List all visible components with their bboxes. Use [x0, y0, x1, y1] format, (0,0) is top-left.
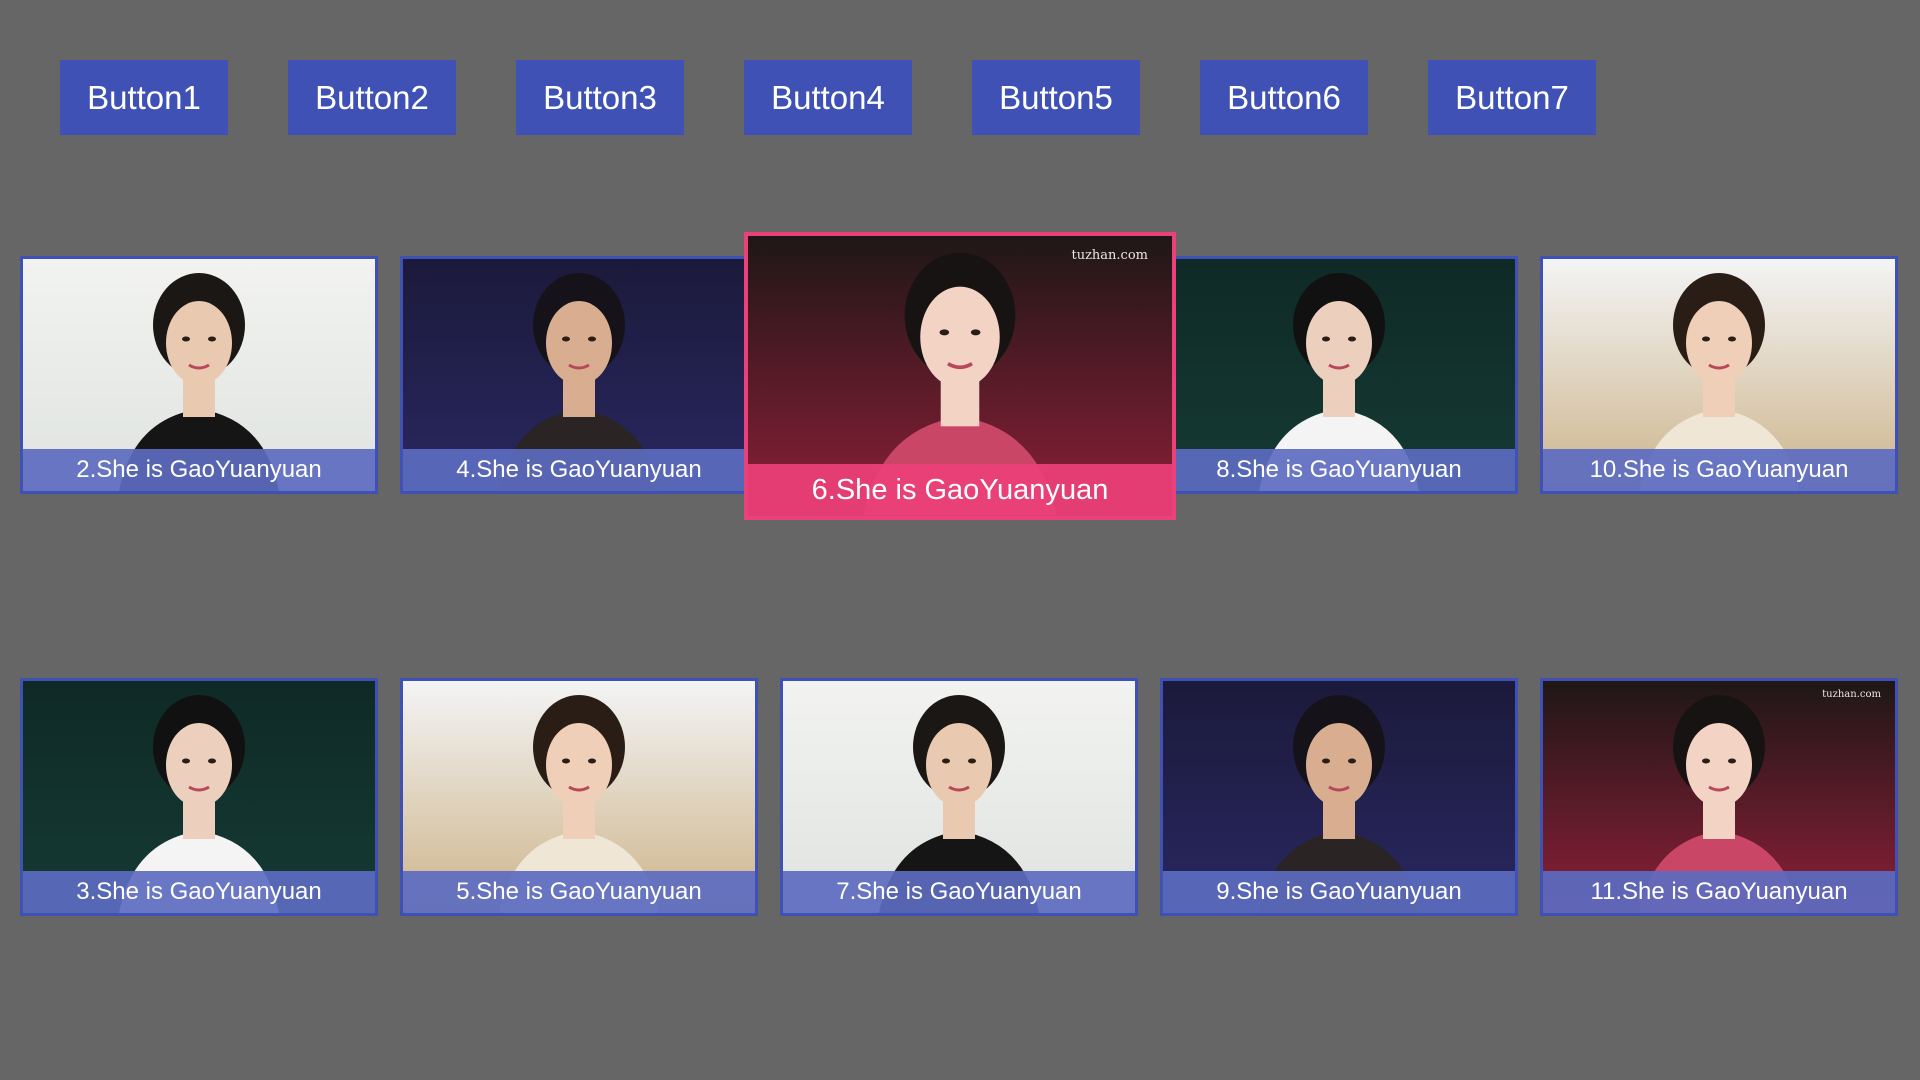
image-card-10[interactable]: 10.She is GaoYuanyuan [1540, 256, 1898, 494]
watermark-text: tuzhan.com [1822, 689, 1881, 700]
image-card-3[interactable]: 3.She is GaoYuanyuan [20, 678, 378, 916]
image-card-4[interactable]: 4.She is GaoYuanyuan [400, 256, 758, 494]
card-caption: 8.She is GaoYuanyuan [1163, 449, 1515, 491]
button-7[interactable]: Button7 [1428, 60, 1596, 135]
card-caption: 6.She is GaoYuanyuan [748, 464, 1172, 516]
watermark-text: tuzhan.com [1071, 248, 1148, 263]
image-card-2[interactable]: 2.She is GaoYuanyuan [20, 256, 378, 494]
button-2[interactable]: Button2 [288, 60, 456, 135]
button-3[interactable]: Button3 [516, 60, 684, 135]
card-caption: 11.She is GaoYuanyuan [1543, 871, 1895, 913]
image-card-6-focused[interactable]: tuzhan.com 6.She is GaoYuanyuan [744, 232, 1176, 520]
image-card-7[interactable]: 7.She is GaoYuanyuan [780, 678, 1138, 916]
button-4[interactable]: Button4 [744, 60, 912, 135]
image-card-8[interactable]: 8.She is GaoYuanyuan [1160, 256, 1518, 494]
card-caption: 2.She is GaoYuanyuan [23, 449, 375, 491]
card-caption: 4.She is GaoYuanyuan [403, 449, 755, 491]
card-caption: 10.She is GaoYuanyuan [1543, 449, 1895, 491]
image-card-5[interactable]: 5.She is GaoYuanyuan [400, 678, 758, 916]
button-5[interactable]: Button5 [972, 60, 1140, 135]
button-6[interactable]: Button6 [1200, 60, 1368, 135]
card-caption: 3.She is GaoYuanyuan [23, 871, 375, 913]
card-caption: 9.She is GaoYuanyuan [1163, 871, 1515, 913]
button-1[interactable]: Button1 [60, 60, 228, 135]
card-caption: 7.She is GaoYuanyuan [783, 871, 1135, 913]
image-card-11[interactable]: tuzhan.com 11.She is GaoYuanyuan [1540, 678, 1898, 916]
card-caption: 5.She is GaoYuanyuan [403, 871, 755, 913]
image-card-9[interactable]: 9.She is GaoYuanyuan [1160, 678, 1518, 916]
